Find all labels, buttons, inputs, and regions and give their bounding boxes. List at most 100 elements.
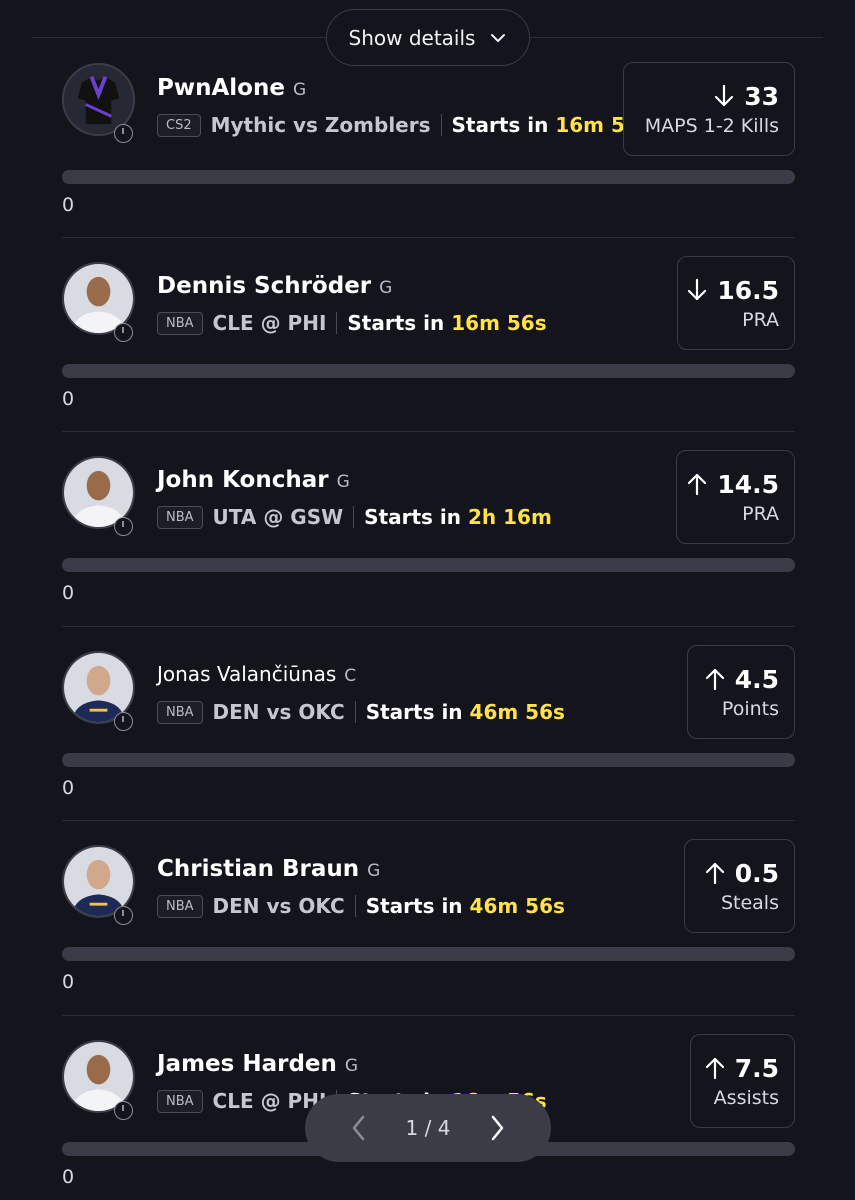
player-name: James Harden [157, 1051, 337, 1077]
pick-button[interactable]: 14.5 PRA [676, 450, 795, 544]
separator [336, 312, 338, 334]
player-name: John Konchar [157, 467, 329, 493]
starts-time: 2h 16m [468, 505, 552, 529]
progress-count: 0 [62, 777, 75, 799]
pick-button[interactable]: 4.5 Points [687, 645, 795, 739]
line-value: 0.5 [734, 858, 779, 888]
line-value: 33 [744, 81, 779, 111]
matchup: Mythic vs Zomblers [210, 113, 431, 137]
start-countdown: Starts in 16m 56s [452, 113, 651, 137]
next-page-icon[interactable] [487, 1114, 507, 1142]
player-name-line: John Konchar G [157, 467, 350, 493]
pick-button[interactable]: 33 MAPS 1-2 Kills [623, 62, 795, 156]
clock-icon [114, 1101, 133, 1120]
row-divider [62, 431, 795, 432]
matchup: UTA @ GSW [212, 505, 344, 529]
matchup: DEN vs OKC [212, 894, 345, 918]
pick-line: 16.5 [687, 276, 779, 305]
player-name-line: Jonas Valančiūnas C [157, 662, 356, 686]
player-name: Dennis Schröder [157, 273, 372, 299]
arrow-up-icon [705, 668, 724, 691]
separator [354, 895, 356, 917]
league-badge: NBA [157, 894, 203, 918]
starts-time: 46m 56s [469, 700, 565, 724]
page-indicator: 1 / 4 [405, 1116, 451, 1140]
player-name: PwnAlone [157, 75, 285, 101]
row-divider [62, 237, 795, 238]
pick-line: 4.5 [705, 665, 779, 694]
projection-row: Christian Braun G NBA DEN vs OKC Starts in 4… [62, 820, 795, 1014]
projections-list: Show details PwnAlone G CS2 Mythic vs Zombl… [0, 0, 855, 1200]
progress-bar [62, 753, 795, 767]
starts-prefix: Starts in [364, 505, 462, 529]
pick-line: 33 [714, 82, 779, 111]
starts-prefix: Starts in [451, 113, 549, 137]
player-position: C [344, 666, 357, 686]
arrow-up-icon [688, 473, 707, 496]
game-info: NBA DEN vs OKC Starts in 46m 56s [157, 894, 565, 918]
projection-row: PwnAlone G CS2 Mythic vs Zomblers Starts in … [62, 42, 795, 236]
stat-type: Steals [720, 891, 779, 914]
starts-time: 16m 56s [451, 311, 547, 335]
line-value: 16.5 [717, 275, 779, 305]
player-position: G [292, 80, 307, 100]
arrow-down-icon [688, 278, 707, 301]
progress-bar [62, 558, 795, 572]
progress-bar [62, 364, 795, 378]
progress-bar [62, 947, 795, 961]
progress-count: 0 [62, 971, 75, 993]
clock-icon [114, 517, 133, 536]
pick-line: 0.5 [705, 859, 779, 888]
stat-type: PRA [742, 308, 779, 331]
stat-type: Assists [713, 1086, 779, 1109]
progress-bar [62, 170, 795, 184]
game-info: NBA CLE @ PHI Starts in 16m 56s [157, 311, 547, 335]
pick-button[interactable]: 16.5 PRA [677, 256, 795, 350]
pick-button[interactable]: 0.5 Steals [684, 839, 795, 933]
line-value: 4.5 [734, 664, 779, 694]
progress-count: 0 [62, 194, 75, 216]
previous-page-icon[interactable] [349, 1114, 369, 1142]
league-badge: NBA [157, 505, 203, 529]
player-name-line: James Harden G [157, 1051, 358, 1077]
row-divider [62, 626, 795, 627]
separator [354, 701, 356, 723]
game-info: NBA UTA @ GSW Starts in 2h 16m [157, 505, 552, 529]
league-badge: NBA [157, 700, 203, 724]
pick-line: 7.5 [705, 1054, 779, 1083]
starts-prefix: Starts in [365, 894, 463, 918]
game-info: CS2 Mythic vs Zomblers Starts in 16m 56s [157, 113, 651, 137]
row-divider [62, 820, 795, 821]
starts-prefix: Starts in [347, 311, 445, 335]
pick-button[interactable]: 7.5 Assists [690, 1034, 795, 1128]
progress-count: 0 [62, 1166, 75, 1188]
matchup: CLE @ PHI [212, 311, 327, 335]
stat-type: PRA [742, 502, 779, 525]
league-badge: NBA [157, 311, 203, 335]
clock-icon [114, 906, 133, 925]
player-name-line: Dennis Schröder G [157, 273, 392, 299]
clock-icon [114, 323, 133, 342]
clock-icon [114, 124, 133, 143]
line-value: 7.5 [734, 1053, 779, 1083]
start-countdown: Starts in 46m 56s [366, 700, 565, 724]
pager: 1 / 4 [305, 1094, 551, 1162]
separator [353, 506, 355, 528]
arrow-up-icon [705, 862, 724, 885]
arrow-up-icon [705, 1057, 724, 1080]
stat-type: Points [721, 697, 779, 720]
player-position: G [379, 278, 393, 298]
matchup: DEN vs OKC [212, 700, 345, 724]
player-name-line: PwnAlone G [157, 75, 306, 101]
player-name-line: Christian Braun G [157, 856, 380, 882]
start-countdown: Starts in 16m 56s [347, 311, 546, 335]
progress-count: 0 [62, 582, 75, 604]
row-divider [62, 1015, 795, 1016]
league-badge: CS2 [157, 113, 201, 137]
player-position: G [336, 472, 350, 492]
arrow-down-icon [715, 84, 734, 107]
projection-row: Jonas Valančiūnas C NBA DEN vs OKC Starts in… [62, 626, 795, 820]
separator [440, 114, 442, 136]
start-countdown: Starts in 46m 56s [366, 894, 565, 918]
start-countdown: Starts in 2h 16m [364, 505, 552, 529]
